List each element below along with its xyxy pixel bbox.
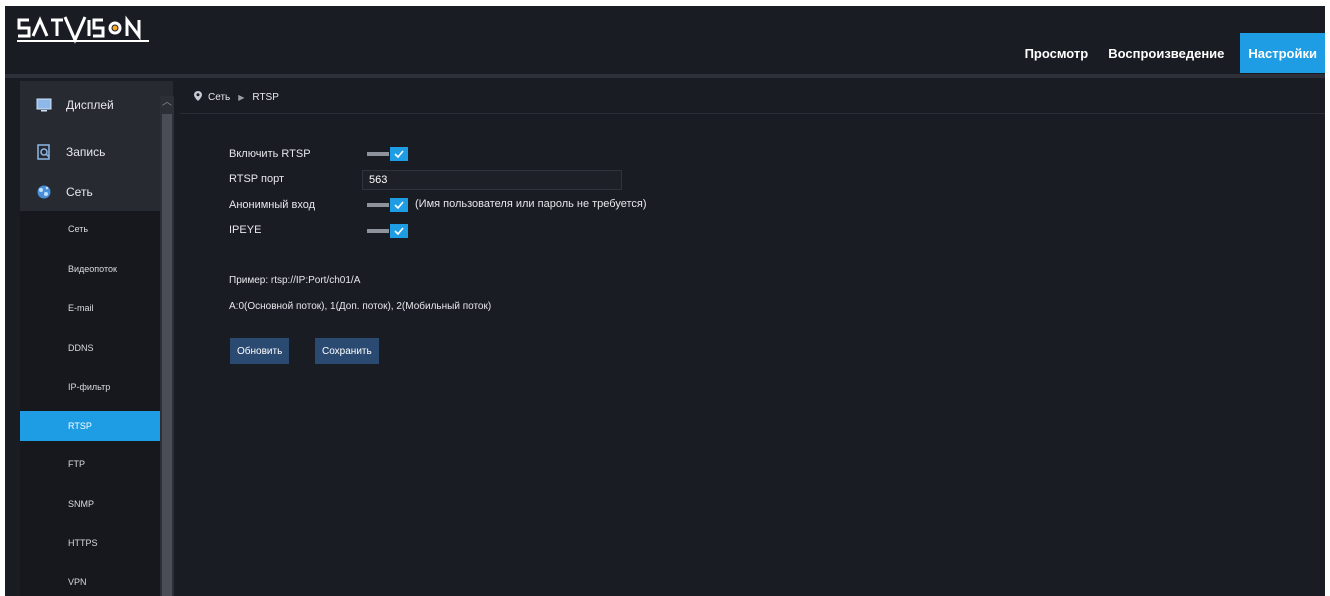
logo: [15, 12, 153, 46]
stream-legend-text: A:0(Основной поток), 1(Доп. поток), 2(Мо…: [229, 301, 492, 312]
sidebar: Дисплей Запись Сеть Сеть Видеопоток E-ma…: [20, 81, 173, 596]
sidebar-subitem-rtsp[interactable]: RTSP: [20, 411, 160, 441]
sidebar-subitem-network[interactable]: Сеть: [20, 214, 160, 244]
sidebar-item-label: Сеть: [66, 185, 93, 199]
content-panel: Сеть ▶ RTSP Включить RTSP RTSP порт Анон…: [180, 81, 1325, 596]
sidebar-item-display[interactable]: Дисплей: [20, 86, 160, 124]
anonymous-login-note: (Имя пользователя или пароль не требуетс…: [415, 198, 647, 210]
sidebar-subitem-videostream[interactable]: Видеопоток: [20, 254, 160, 284]
header-divider: [5, 74, 1325, 78]
nav-preview[interactable]: Просмотр: [1015, 33, 1099, 73]
nav-settings[interactable]: Настройки: [1240, 33, 1325, 73]
enable-rtsp-label: Включить RTSP: [229, 148, 311, 160]
top-nav: Просмотр Воспроизведение Настройки: [1015, 33, 1325, 73]
checkmark-icon: [390, 198, 408, 212]
nav-playback[interactable]: Воспроизведение: [1098, 33, 1234, 73]
sidebar-subitem-vpn[interactable]: VPN: [20, 567, 160, 596]
ipeye-toggle[interactable]: [367, 224, 417, 238]
checkmark-icon: [390, 224, 408, 238]
chevron-right-icon: ▶: [238, 92, 245, 102]
toggle-track: [367, 152, 389, 156]
satvision-logo-icon: [17, 15, 149, 44]
app-window: Просмотр Воспроизведение Настройки Диспл…: [5, 6, 1325, 596]
sidebar-subitem-ip-filter[interactable]: IP-фильтр: [20, 372, 160, 402]
save-button[interactable]: Сохранить: [315, 338, 379, 364]
anonymous-login-toggle[interactable]: [367, 198, 417, 212]
sidebar-subitem-snmp[interactable]: SNMP: [20, 489, 160, 519]
breadcrumb-section[interactable]: Сеть: [208, 92, 230, 103]
toggle-track: [367, 229, 389, 233]
anonymous-login-label: Анонимный вход: [229, 199, 316, 211]
sidebar-submenu: Сеть Видеопоток E-mail DDNS IP-фильтр RT…: [20, 211, 160, 596]
sidebar-scrollbar[interactable]: ︿: [160, 96, 174, 596]
sidebar-item-record[interactable]: Запись: [20, 133, 160, 171]
monitor-icon: [34, 95, 54, 115]
example-url-text: Пример: rtsp://IP:Port/ch01/A: [229, 275, 361, 286]
refresh-button[interactable]: Обновить: [230, 338, 290, 364]
record-search-icon: [34, 142, 54, 162]
sidebar-subitem-https[interactable]: HTTPS: [20, 528, 160, 558]
header: Просмотр Воспроизведение Настройки: [5, 6, 1325, 74]
sidebar-subitem-ftp[interactable]: FTP: [20, 449, 160, 479]
scroll-up-icon[interactable]: ︿: [162, 98, 172, 108]
ipeye-label: IPEYE: [229, 224, 262, 236]
sidebar-item-label: Дисплей: [66, 98, 114, 112]
location-pin-icon: [194, 90, 202, 104]
enable-rtsp-toggle[interactable]: [367, 147, 417, 161]
toggle-track: [367, 203, 389, 207]
sidebar-subitem-ddns[interactable]: DDNS: [20, 333, 160, 363]
sidebar-subitem-email[interactable]: E-mail: [20, 293, 160, 323]
rtsp-port-label: RTSP порт: [229, 173, 284, 185]
checkmark-icon: [390, 147, 408, 161]
sidebar-item-label: Запись: [66, 145, 106, 159]
globe-icon: [34, 182, 54, 202]
rtsp-port-input[interactable]: [362, 170, 622, 190]
breadcrumb-page: RTSP: [252, 91, 279, 103]
sidebar-item-network[interactable]: Сеть: [20, 173, 160, 211]
breadcrumb: Сеть ▶ RTSP: [180, 81, 1325, 114]
scrollbar-thumb[interactable]: [162, 114, 172, 596]
